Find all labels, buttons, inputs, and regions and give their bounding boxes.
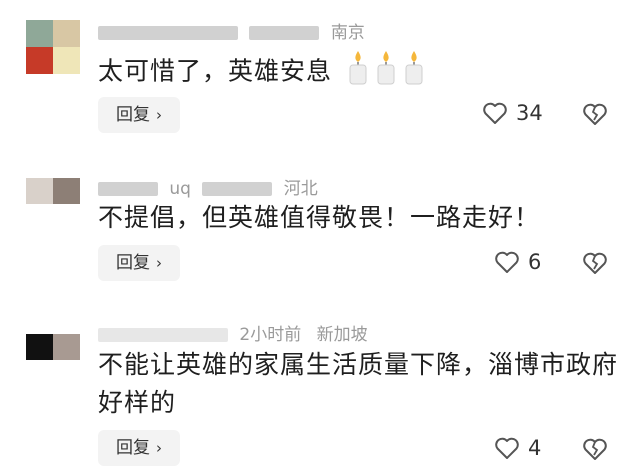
- broken-heart-icon: [583, 438, 607, 460]
- candle-icon: [403, 49, 425, 96]
- reply-button[interactable]: 回复 ›: [98, 430, 180, 466]
- comment-location: 河北: [283, 179, 318, 199]
- like-count: 34: [516, 101, 543, 125]
- comment-location: 新加坡: [316, 325, 368, 345]
- blurred-username: [98, 328, 228, 342]
- avatar[interactable]: [26, 178, 80, 204]
- comment-handle: uq: [169, 179, 191, 199]
- broken-heart-icon: [583, 252, 607, 274]
- avatar[interactable]: [26, 334, 80, 360]
- avatar[interactable]: [26, 20, 80, 74]
- blurred-time: [249, 26, 320, 40]
- like-count: 6: [528, 250, 542, 274]
- dislike-button[interactable]: [582, 102, 608, 130]
- chevron-right-icon: ›: [156, 439, 162, 457]
- heart-icon: [495, 437, 519, 459]
- comment-time: 2小时前: [239, 325, 302, 345]
- like-button[interactable]: 34: [482, 101, 543, 125]
- comment-meta: uq 河北: [98, 174, 318, 199]
- heart-icon: [495, 251, 519, 273]
- comment-meta: 南京: [98, 18, 365, 43]
- like-button[interactable]: 6: [494, 250, 541, 274]
- blurred-username: [98, 26, 238, 40]
- comment-meta: 2小时前 新加坡: [98, 320, 368, 345]
- candle-icon: [375, 49, 397, 96]
- blurred-username: [98, 182, 158, 196]
- like-count: 4: [528, 436, 542, 460]
- comment-text: 不能让英雄的家属生活质量下降，淄博市政府好样的: [98, 350, 619, 417]
- heart-icon: [483, 102, 507, 124]
- like-button[interactable]: 4: [494, 436, 541, 460]
- broken-heart-icon: [583, 103, 607, 125]
- dislike-button[interactable]: [582, 251, 608, 279]
- comment-location: 南京: [330, 23, 365, 43]
- comment-text: 太可惜了，英雄安息: [98, 49, 618, 96]
- candle-icon: [347, 49, 369, 96]
- dislike-button[interactable]: [582, 437, 608, 465]
- chevron-right-icon: ›: [156, 106, 162, 124]
- chevron-right-icon: ›: [156, 254, 162, 272]
- reply-button[interactable]: 回复 ›: [98, 97, 180, 133]
- reply-button[interactable]: 回复 ›: [98, 245, 180, 281]
- blurred-time: [202, 182, 273, 196]
- comment-text: 不提倡，但英雄值得敬畏！一路走好！: [98, 203, 541, 232]
